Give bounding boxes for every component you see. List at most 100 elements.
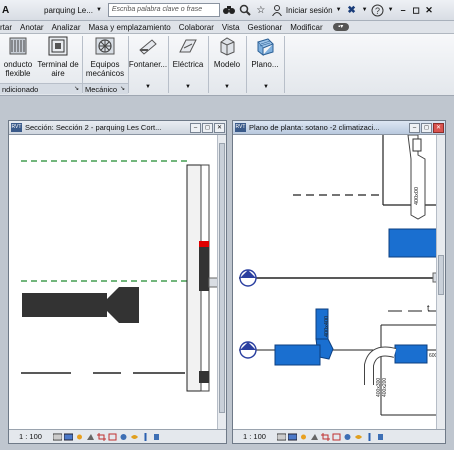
show-crop-icon[interactable] — [332, 433, 341, 441]
panel-hvac-launcher-icon[interactable]: ↘ — [74, 84, 79, 95]
floor-plan-view-titlebar[interactable]: RVT Plano de planta: sotano -2 climatiza… — [233, 121, 445, 135]
view-close-button[interactable]: ✕ — [433, 122, 444, 133]
shadows-icon[interactable] — [86, 433, 95, 441]
panel-label-mechanical: Mecánico ↘ — [83, 83, 128, 94]
tab-gestionar[interactable]: Gestionar — [244, 23, 287, 32]
electrical-label: Eléctrica — [172, 60, 204, 69]
floor-plan-drawing: t 400x00 400x400 600x200 400x300 400x200 — [239, 135, 445, 416]
floor-plan-view-title: Plano de planta: sotano -2 climatizaci..… — [249, 123, 380, 132]
flex-duct-button[interactable]: onducto flexible — [0, 36, 36, 78]
crop-view-icon[interactable] — [321, 432, 330, 441]
mechanical-equipment-button[interactable]: Equipos mecánicos — [84, 36, 126, 78]
tab-masa-emplazamiento[interactable]: Masa y emplazamiento — [84, 23, 174, 32]
section-view-window[interactable]: RVT Sección: Sección 2 - parquing Les Co… — [8, 120, 227, 444]
view-close-button[interactable]: ✕ — [214, 122, 225, 133]
plumbing-dropdown-icon[interactable]: ▼ — [145, 84, 151, 90]
dark-block-upper — [199, 247, 209, 291]
section-canvas[interactable] — [9, 135, 226, 429]
binoculars-icon[interactable] — [222, 3, 236, 17]
favorites-icon[interactable]: ☆ — [254, 3, 268, 17]
tab-colaborar[interactable]: Colaborar — [175, 23, 218, 32]
panel-mechanical-title: Mecánico — [85, 85, 118, 94]
tab-vista[interactable]: Vista — [218, 23, 244, 32]
flex-duct-icon — [9, 37, 27, 55]
exchange-dropdown-icon[interactable]: ▼ — [361, 3, 369, 17]
air-terminal-label-2: aire — [51, 69, 65, 78]
panel-mechanical-launcher-icon[interactable]: ↘ — [120, 84, 125, 95]
app-logo[interactable]: A — [0, 5, 12, 16]
subscription-icon[interactable] — [238, 3, 252, 17]
panel-label-hvac: ndicionado ↘ — [0, 83, 82, 94]
duct-transition — [107, 287, 139, 323]
electrical-button[interactable]: Eléctrica — [170, 36, 206, 69]
user-icon[interactable] — [270, 3, 284, 17]
highlight-displacement-icon[interactable] — [376, 433, 385, 441]
floor-plan-scale[interactable]: 1 : 100 — [243, 432, 277, 441]
duct-tag-1: 400x00 — [414, 187, 420, 205]
air-terminal-label-1: Terminal de — [37, 60, 79, 69]
tab-modificar[interactable]: Modificar — [286, 23, 326, 32]
model-icon — [220, 37, 235, 56]
floor-plan-view-window[interactable]: RVT Plano de planta: sotano -2 climatiza… — [232, 120, 446, 444]
reveal-hidden-icon[interactable] — [130, 433, 139, 441]
floor-plan-canvas[interactable]: t 400x00 400x400 600x200 400x300 400x200 — [233, 135, 445, 429]
ribbon-panel: onducto flexible Terminal de aire Equipo… — [0, 34, 454, 96]
model-button[interactable]: Modelo — [210, 36, 244, 69]
reveal-hidden-icon[interactable] — [354, 433, 363, 441]
shadows-icon[interactable] — [310, 433, 319, 441]
temp-hide-icon[interactable] — [343, 433, 352, 441]
title-dropdown-icon[interactable]: ▼ — [96, 7, 102, 13]
temp-hide-icon[interactable] — [119, 433, 128, 441]
close-button[interactable]: ✕ — [423, 4, 436, 17]
ribbon-separator — [246, 36, 247, 93]
sun-path-icon[interactable] — [299, 433, 308, 441]
floor-plan-scroll-thumb[interactable] — [438, 255, 444, 295]
work-plane-dropdown-icon[interactable]: ▼ — [263, 84, 269, 90]
detail-level-icon[interactable] — [53, 433, 62, 441]
plumbing-button[interactable]: Fontaner... — [128, 36, 168, 69]
minimize-button[interactable]: – — [397, 4, 410, 17]
section-vertical-scrollbar[interactable] — [217, 135, 226, 429]
view-minimize-button[interactable]: – — [409, 122, 420, 133]
view-restore-button[interactable]: ◻ — [421, 122, 432, 133]
tab-anotar[interactable]: Anotar — [16, 23, 48, 32]
svg-text:?: ? — [375, 6, 380, 16]
help-dropdown-icon[interactable]: ▼ — [387, 3, 395, 17]
section-view-titlebar[interactable]: RVT Sección: Sección 2 - parquing Les Co… — [9, 121, 226, 135]
view-minimize-button[interactable]: – — [190, 122, 201, 133]
show-crop-icon[interactable] — [108, 433, 117, 441]
highlight-displacement-icon[interactable] — [152, 433, 161, 441]
duct-section — [22, 293, 107, 317]
duct-blue-right — [388, 228, 440, 258]
section-scroll-thumb[interactable] — [219, 143, 225, 413]
exchange-apps-icon[interactable]: ✖ — [345, 3, 359, 17]
tab-insertar[interactable]: rtar — [0, 23, 16, 32]
visual-style-icon[interactable] — [288, 433, 297, 441]
ribbon-separator — [284, 36, 285, 93]
detail-level-icon[interactable] — [277, 433, 286, 441]
search-input[interactable]: Escriba palabra clave o frase — [107, 3, 220, 17]
air-terminal-button[interactable]: Terminal de aire — [36, 36, 80, 78]
sun-path-icon[interactable] — [75, 433, 84, 441]
sign-in-link[interactable]: Iniciar sesión — [286, 6, 333, 15]
help-icon[interactable]: ? — [371, 3, 385, 17]
plumbing-label: Fontaner... — [128, 60, 168, 69]
file-title: parquing Le... — [44, 5, 93, 15]
dark-block-lower — [199, 371, 209, 383]
signin-dropdown-icon[interactable]: ▼ — [335, 3, 343, 17]
ribbon-toggle-button[interactable]: ▪▾ — [332, 23, 349, 31]
restore-button[interactable]: ◻ — [410, 4, 423, 17]
view-restore-button[interactable]: ◻ — [202, 122, 213, 133]
model-dropdown-icon[interactable]: ▼ — [224, 84, 230, 90]
analytical-model-icon[interactable] — [141, 432, 150, 441]
crop-view-icon[interactable] — [97, 432, 106, 441]
work-plane-button[interactable]: Plano... — [248, 36, 282, 69]
panel-hvac-title: ndicionado — [2, 85, 39, 94]
ribbon-separator — [168, 36, 169, 93]
floor-plan-vertical-scrollbar[interactable] — [436, 135, 445, 429]
electrical-dropdown-icon[interactable]: ▼ — [185, 84, 191, 90]
analytical-model-icon[interactable] — [365, 432, 374, 441]
visual-style-icon[interactable] — [64, 433, 73, 441]
section-scale[interactable]: 1 : 100 — [19, 432, 53, 441]
tab-analizar[interactable]: Analizar — [48, 23, 85, 32]
